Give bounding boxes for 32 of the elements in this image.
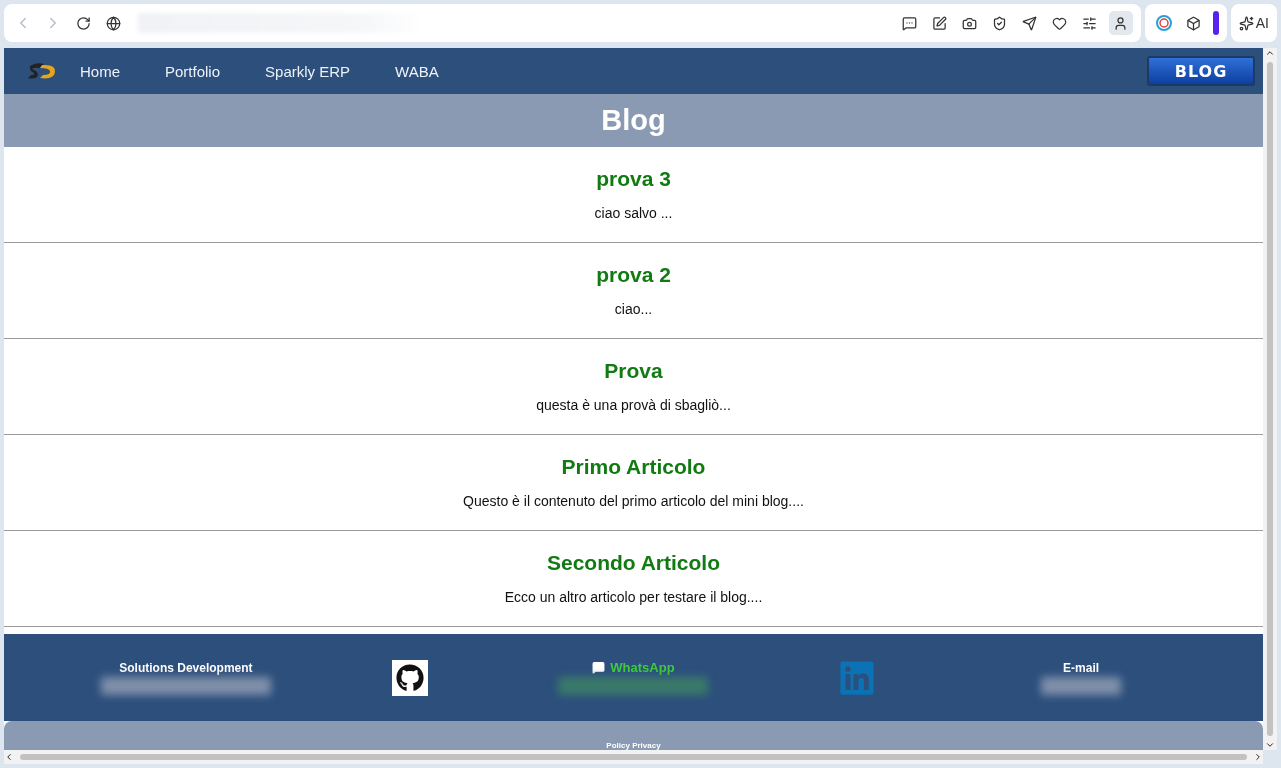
scroll-down-icon[interactable] xyxy=(1265,740,1275,750)
github-icon[interactable] xyxy=(391,659,428,696)
post-excerpt: ciao... xyxy=(614,301,653,317)
post-excerpt: ciao salvo ... xyxy=(594,205,673,221)
footer-label: E-mail xyxy=(1063,660,1100,675)
post-excerpt: Ecco un altro articolo per testare il blog.... xyxy=(504,589,763,605)
post-title[interactable]: prova 3 xyxy=(596,167,671,191)
post-excerpt: questa è una provà di sbagliò... xyxy=(536,397,731,413)
post-title[interactable]: Secondo Articolo xyxy=(546,551,721,575)
post-excerpt: Questo è il contenuto del primo articolo del mini blog.... xyxy=(463,493,804,509)
chat-icon xyxy=(592,661,606,674)
sidebar-indicator xyxy=(1212,11,1219,35)
scroll-up-icon[interactable] xyxy=(1265,48,1275,58)
nav-link[interactable]: WABA xyxy=(395,62,439,80)
post-title[interactable]: prova 2 xyxy=(596,263,671,287)
nav-link[interactable]: Sparkly ERP xyxy=(265,62,351,80)
post-title[interactable]: Prova xyxy=(604,359,663,383)
nav-link[interactable]: Portfolio xyxy=(165,62,221,80)
scroll-right-icon[interactable] xyxy=(1253,752,1263,762)
scroll-left-icon[interactable] xyxy=(4,752,14,762)
logo-icon[interactable] xyxy=(26,60,58,82)
footer-label: Solutions Development xyxy=(119,660,253,675)
policy-link[interactable]: Policy Privacy xyxy=(606,741,661,750)
horizontal-scrollbar[interactable] xyxy=(4,750,1263,764)
blog-button[interactable]: BLOG xyxy=(1147,56,1255,86)
vertical-scrollbar[interactable] xyxy=(1263,48,1277,750)
post-title[interactable]: Primo Articolo xyxy=(561,455,706,479)
nav-link[interactable]: Home xyxy=(80,62,120,80)
page-title: Blog xyxy=(601,104,666,137)
sparkle-icon xyxy=(1238,15,1254,31)
user-icon[interactable] xyxy=(1108,11,1133,35)
whatsapp-link[interactable]: WhatsApp xyxy=(592,660,675,675)
